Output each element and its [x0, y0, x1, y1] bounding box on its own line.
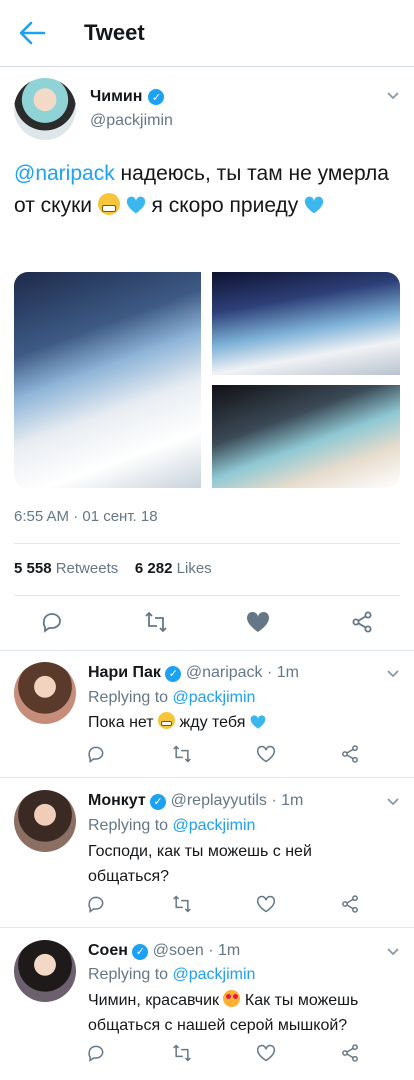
- reply-text-part-1: Пока нет: [88, 714, 159, 731]
- reply-text: Чимин, красавчик Как ты можешь общаться …: [88, 988, 388, 1038]
- reply-author-handle[interactable]: @replayyutils: [171, 792, 267, 809]
- photo-1[interactable]: [14, 272, 201, 488]
- reply-header: Нари Пак ✓ @naripack · 1m: [88, 664, 299, 682]
- reply-text: Господи, как ты можешь с ней общаться?: [88, 843, 312, 885]
- share-icon[interactable]: [340, 894, 360, 914]
- replying-to-handle[interactable]: @packjimin: [173, 689, 256, 706]
- chevron-down-icon[interactable]: [386, 88, 400, 102]
- divider: [0, 650, 414, 651]
- heart-eyes-emoji: [223, 990, 241, 1007]
- divider: [0, 777, 414, 778]
- page-title: Tweet: [84, 20, 145, 45]
- chevron-down-icon[interactable]: [386, 666, 400, 680]
- share-icon[interactable]: [340, 1043, 360, 1063]
- chevron-down-icon[interactable]: [386, 944, 400, 958]
- like-icon[interactable]: [256, 1043, 276, 1063]
- replying-to: Replying to @packjimin: [88, 966, 255, 984]
- reply-icon[interactable]: [86, 1043, 106, 1063]
- retweet-icon[interactable]: [144, 610, 168, 634]
- reply-header: Монкут ✓ @replayyutils · 1m: [88, 792, 303, 810]
- reply-icon[interactable]: [40, 610, 64, 634]
- like-icon[interactable]: [256, 744, 276, 764]
- photo-grid: [14, 272, 400, 488]
- author-name: Чимин: [90, 88, 143, 105]
- retweets-count[interactable]: 5 558: [14, 560, 52, 577]
- reply-text-part-2: жду тебя: [175, 714, 250, 731]
- verified-icon: ✓: [148, 89, 165, 105]
- author-name-row[interactable]: Чимин ✓: [90, 88, 165, 106]
- reply-author-handle[interactable]: @soen: [153, 942, 204, 959]
- reply-icon[interactable]: [86, 744, 106, 764]
- author-handle[interactable]: @packjimin: [90, 112, 173, 130]
- grinning-emoji: [97, 193, 120, 215]
- avatar[interactable]: [14, 790, 76, 852]
- retweet-icon[interactable]: [172, 744, 192, 764]
- main-action-bar: [0, 610, 414, 640]
- reply-author-handle[interactable]: @naripack: [186, 664, 263, 681]
- tweet-text: @naripack надеюсь, ты там не умерла от с…: [14, 158, 400, 222]
- replying-to-label: Replying to: [88, 817, 169, 834]
- share-icon[interactable]: [340, 744, 360, 764]
- replying-to-label: Replying to: [88, 966, 169, 983]
- likes-label[interactable]: Likes: [177, 560, 212, 577]
- replying-to-handle[interactable]: @packjimin: [173, 966, 256, 983]
- reply-icon[interactable]: [86, 894, 106, 914]
- share-icon[interactable]: [350, 610, 374, 634]
- replying-to-label: Replying to: [88, 689, 169, 706]
- verified-icon: ✓: [165, 665, 182, 682]
- retweet-icon[interactable]: [172, 1043, 192, 1063]
- replying-to-handle[interactable]: @packjimin: [173, 817, 256, 834]
- divider: [0, 927, 414, 928]
- like-icon[interactable]: [256, 894, 276, 914]
- retweet-icon[interactable]: [172, 894, 192, 914]
- chevron-down-icon[interactable]: [386, 794, 400, 808]
- mention-link[interactable]: @naripack: [14, 162, 115, 185]
- reply-author-name[interactable]: Соен: [88, 942, 128, 959]
- reply-time: · 1m: [208, 942, 241, 959]
- top-bar: Tweet: [0, 0, 414, 67]
- reply-text: Пока нет жду тебя: [88, 710, 388, 735]
- grinning-emoji: [158, 712, 176, 729]
- reply-action-bar: [0, 894, 414, 924]
- verified-icon: ✓: [132, 943, 149, 960]
- blue-heart-emoji: [304, 193, 324, 214]
- tweet-text-part-2: я скоро приеду: [145, 194, 305, 217]
- divider: [14, 543, 400, 544]
- photo-2[interactable]: [212, 272, 400, 375]
- reply-time: · 1m: [267, 664, 299, 681]
- engagement-counts: 5 558 Retweets 6 282 Likes: [14, 560, 212, 577]
- photo-3[interactable]: [212, 385, 400, 488]
- avatar[interactable]: [14, 662, 76, 724]
- like-icon[interactable]: [246, 610, 270, 634]
- reply-header: Соен ✓ @soen · 1m: [88, 942, 240, 960]
- timestamp: 6:55 AM · 01 сент. 18: [14, 508, 158, 525]
- divider: [14, 595, 400, 596]
- retweets-label[interactable]: Retweets: [56, 560, 119, 577]
- replying-to: Replying to @packjimin: [88, 689, 255, 707]
- reply-author-name[interactable]: Нари Пак: [88, 664, 161, 681]
- likes-count[interactable]: 6 282: [135, 560, 173, 577]
- blue-heart-emoji: [250, 713, 266, 729]
- reply-author-name[interactable]: Монкут: [88, 792, 146, 809]
- reply-time: · 1m: [271, 792, 304, 809]
- avatar[interactable]: [14, 940, 76, 1002]
- reply-action-bar: [0, 744, 414, 774]
- verified-icon: ✓: [150, 793, 167, 810]
- reply-action-bar: [0, 1043, 414, 1073]
- back-arrow-icon[interactable]: [18, 20, 46, 46]
- avatar[interactable]: [14, 78, 76, 140]
- blue-heart-emoji: [126, 193, 146, 214]
- replying-to: Replying to @packjimin: [88, 817, 255, 835]
- reply-text-part-1: Чимин, красавчик: [88, 992, 224, 1009]
